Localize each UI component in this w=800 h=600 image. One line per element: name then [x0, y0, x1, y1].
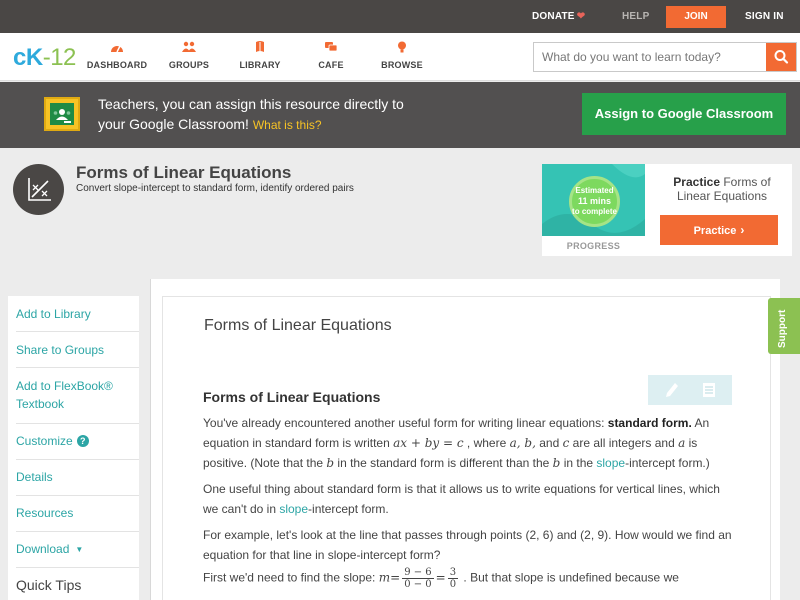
- sign-in-link[interactable]: SIGN IN: [745, 11, 784, 22]
- sidebar-item-customize[interactable]: Customize?: [16, 424, 139, 460]
- quick-tips-heading[interactable]: Quick Tips: [16, 577, 81, 593]
- chevron-right-icon: ›: [740, 222, 745, 237]
- sidebar-item-add-to-flexbook[interactable]: Add to FlexBook® Textbook: [16, 368, 139, 424]
- assign-google-classroom-button[interactable]: Assign to Google Classroom: [582, 93, 786, 135]
- notes-icon[interactable]: [703, 383, 715, 397]
- slope-link[interactable]: slope: [596, 456, 625, 470]
- ck12-logo[interactable]: cK-12: [13, 44, 76, 72]
- search-box: [533, 42, 797, 72]
- pencil-icon[interactable]: [665, 382, 679, 398]
- sidebar: Add to Library Share to Groups Add to Fl…: [8, 296, 139, 600]
- concept-subtitle: Convert slope-intercept to standard form…: [76, 183, 354, 194]
- fraction-9-6-over-0-0: 9 − 60 − 0: [402, 567, 434, 590]
- search-button[interactable]: [766, 43, 796, 71]
- classroom-message: Teachers, you can assign this resource d…: [98, 96, 404, 132]
- nav-cafe[interactable]: CAFE: [296, 41, 366, 70]
- sidebar-item-download[interactable]: Download ▼: [16, 532, 139, 568]
- main-panel: Forms of Linear Equations Forms of Linea…: [150, 279, 780, 600]
- nav-browse[interactable]: BROWSE: [367, 41, 437, 70]
- fraction-3-over-0: 30: [447, 567, 459, 590]
- practice-title: Practice Forms of Linear Equations: [673, 175, 771, 203]
- paragraph-example: For example, let's look at the line that…: [203, 528, 732, 562]
- annotation-tools: [648, 375, 732, 405]
- nav-library[interactable]: LIBRARY: [225, 41, 295, 70]
- main-nav: cK-12 DASHBOARD GROUPS LIBRARY CAFE BROW…: [0, 33, 800, 81]
- donate-link[interactable]: DONATE ❤: [532, 11, 585, 22]
- concept-title: Forms of Linear Equations: [76, 163, 292, 182]
- slope-link-2[interactable]: slope: [279, 502, 308, 516]
- dashboard-icon: [111, 45, 123, 53]
- cafe-icon: [325, 42, 338, 52]
- what-is-this-link[interactable]: What is this?: [253, 118, 322, 132]
- help-question-icon: ?: [76, 435, 89, 447]
- heart-icon: ❤: [576, 11, 586, 22]
- sidebar-item-share-to-groups[interactable]: Share to Groups: [16, 332, 139, 368]
- progress-label: PROGRESS: [566, 241, 621, 251]
- join-button[interactable]: JOIN: [666, 6, 726, 28]
- help-link[interactable]: HELP: [622, 11, 649, 22]
- search-icon: [774, 50, 789, 64]
- paragraph-standard-form: You've already encountered another usefu…: [203, 416, 710, 470]
- library-icon: [256, 41, 264, 52]
- practice-button[interactable]: Practice ›: [660, 215, 778, 245]
- sidebar-item-details[interactable]: Details: [16, 460, 139, 496]
- section-heading: Forms of Linear Equations: [203, 389, 381, 405]
- nav-dashboard[interactable]: DASHBOARD: [82, 41, 152, 70]
- groups-icon: [182, 41, 196, 52]
- progress-graphic: Estimated 11 mins to complete: [542, 164, 645, 236]
- classroom-banner: Teachers, you can assign this resource d…: [0, 82, 800, 148]
- sidebar-item-resources[interactable]: Resources: [16, 496, 139, 532]
- paragraph-vertical-lines: One useful thing about standard form is …: [203, 482, 720, 516]
- sidebar-item-add-to-library[interactable]: Add to Library: [16, 296, 139, 332]
- progress-card: Estimated 11 mins to complete PROGRESS P…: [542, 164, 792, 256]
- google-classroom-icon: [44, 97, 80, 131]
- search-input[interactable]: [534, 43, 766, 71]
- top-bar: DONATE ❤ HELP JOIN SIGN IN: [0, 0, 800, 33]
- estimate-ring: Estimated 11 mins to complete: [569, 176, 620, 227]
- lesson-content: Forms of Linear Equations Forms of Linea…: [162, 296, 771, 600]
- concept-graph-icon: [13, 164, 64, 215]
- browse-icon: [398, 41, 406, 53]
- paragraph-slope-calc: First we'd need to find the slope: m= 9 −…: [203, 567, 679, 590]
- caret-down-icon: ▼: [75, 545, 84, 554]
- support-tab[interactable]: Support: [768, 298, 800, 354]
- nav-groups[interactable]: GROUPS: [154, 41, 224, 70]
- lesson-title: Forms of Linear Equations: [204, 317, 392, 334]
